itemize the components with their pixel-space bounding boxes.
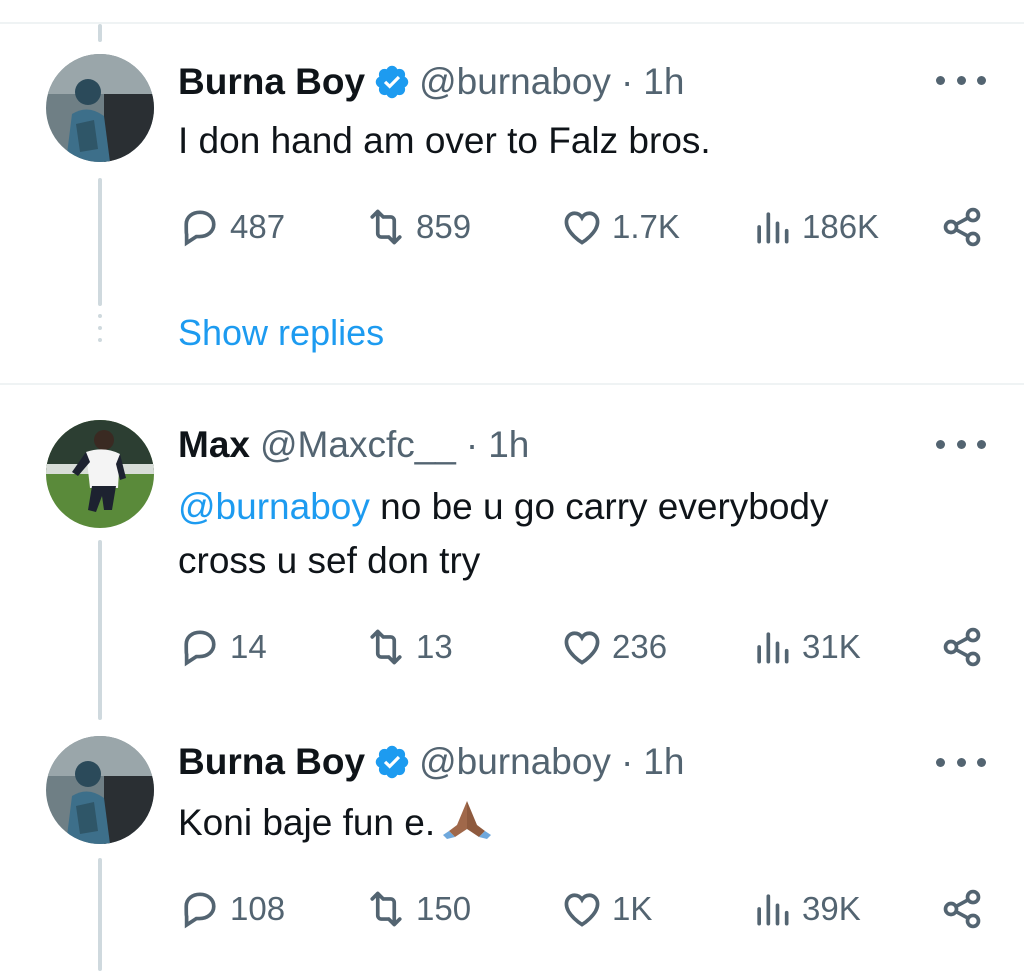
- display-name[interactable]: Burna Boy: [178, 61, 365, 103]
- folded-hands-emoji-icon: [443, 799, 492, 839]
- tweet-header: Max @Maxcfc__ · 1h: [178, 420, 529, 470]
- more-icon[interactable]: [936, 424, 986, 464]
- retweet-count: 150: [416, 890, 472, 927]
- separator: ·: [465, 424, 479, 465]
- tweet-text: @burnaboy no be u go carry everybody cro…: [178, 480, 978, 588]
- show-replies-link[interactable]: Show replies: [178, 312, 384, 354]
- tweet-text-line2: cross u sef don try: [178, 540, 481, 581]
- tweet-text-content: Koni baje fun e.: [178, 802, 436, 843]
- views-button[interactable]: 39K: [750, 884, 861, 934]
- thread-line-1: [98, 178, 102, 306]
- retweet-icon: [370, 891, 402, 927]
- reply-count: 108: [230, 890, 286, 927]
- display-name[interactable]: Max: [178, 424, 250, 466]
- retweet-button[interactable]: 859: [364, 202, 471, 252]
- timestamp[interactable]: 1h: [643, 741, 684, 783]
- handle[interactable]: @Maxcfc__: [260, 424, 456, 466]
- like-count: 236: [612, 628, 668, 665]
- retweet-count: 859: [416, 208, 472, 245]
- reply-button[interactable]: 14: [178, 622, 267, 672]
- like-button[interactable]: 1K: [560, 884, 652, 934]
- mention-link[interactable]: @burnaboy: [178, 486, 370, 527]
- views-icon: [757, 632, 789, 664]
- views-icon: [757, 894, 789, 926]
- retweet-icon: [370, 629, 402, 665]
- more-icon[interactable]: [936, 742, 986, 782]
- like-icon: [564, 893, 600, 927]
- tweet-actions: 14 13 236 31K: [178, 622, 990, 672]
- reply-icon: [184, 892, 216, 929]
- views-count: 186K: [802, 208, 880, 245]
- retweet-button[interactable]: 150: [364, 884, 471, 934]
- tweet-actions: 487 859 1.7K 186K: [178, 202, 990, 252]
- tweet-text-line1: no be u go carry everybody: [369, 486, 829, 527]
- timestamp[interactable]: 1h: [643, 61, 684, 103]
- like-button[interactable]: 1.7K: [560, 202, 680, 252]
- like-count: 1.7K: [612, 208, 680, 245]
- verified-badge-icon: [373, 63, 411, 101]
- tweet-actions: 108 150 1K 39K: [178, 884, 990, 934]
- handle[interactable]: @burnaboy: [419, 61, 611, 103]
- views-icon: [757, 212, 789, 244]
- like-count: 1K: [612, 890, 653, 927]
- more-icon[interactable]: [936, 60, 986, 100]
- views-count: 39K: [802, 890, 861, 927]
- tweet-text-content: I don hand am over to Falz bros.: [178, 120, 711, 161]
- reply-button[interactable]: 487: [178, 202, 285, 252]
- tweet-header: Burna Boy @burnaboy · 1h: [178, 57, 684, 107]
- tweet-header: Burna Boy @burnaboy · 1h: [178, 737, 684, 787]
- share-button[interactable]: [940, 202, 992, 252]
- like-icon: [564, 211, 600, 245]
- thread-dots: [98, 314, 102, 350]
- reply-icon: [184, 630, 216, 667]
- views-button[interactable]: 186K: [750, 202, 879, 252]
- share-icon: [943, 207, 981, 247]
- avatar[interactable]: [46, 736, 154, 844]
- display-name[interactable]: Burna Boy: [178, 741, 365, 783]
- separator: ·: [620, 741, 634, 782]
- timestamp[interactable]: 1h: [488, 424, 529, 466]
- views-button[interactable]: 31K: [750, 622, 861, 672]
- like-button[interactable]: 236: [560, 622, 667, 672]
- share-icon: [943, 627, 981, 667]
- thread-line-3: [98, 858, 102, 971]
- reply-icon: [184, 210, 216, 247]
- separator: ·: [620, 61, 634, 102]
- tweet-text: I don hand am over to Falz bros.: [178, 114, 978, 168]
- retweet-icon: [370, 209, 402, 245]
- thread-line-2: [98, 540, 102, 720]
- retweet-count: 13: [416, 628, 453, 665]
- verified-badge-icon: [373, 743, 411, 781]
- share-icon: [943, 889, 981, 929]
- handle[interactable]: @burnaboy: [419, 741, 611, 783]
- avatar[interactable]: [46, 54, 154, 162]
- share-button[interactable]: [940, 622, 992, 672]
- reply-count: 487: [230, 208, 286, 245]
- retweet-button[interactable]: 13: [364, 622, 453, 672]
- reply-count: 14: [230, 628, 267, 665]
- section-divider: [0, 383, 1024, 385]
- thread-line-top: [98, 24, 102, 42]
- share-button[interactable]: [940, 884, 992, 934]
- reply-button[interactable]: 108: [178, 884, 285, 934]
- views-count: 31K: [802, 628, 861, 665]
- avatar[interactable]: [46, 420, 154, 528]
- tweet-text: Koni baje fun e.: [178, 796, 978, 850]
- top-divider: [0, 22, 1024, 24]
- like-icon: [564, 631, 600, 665]
